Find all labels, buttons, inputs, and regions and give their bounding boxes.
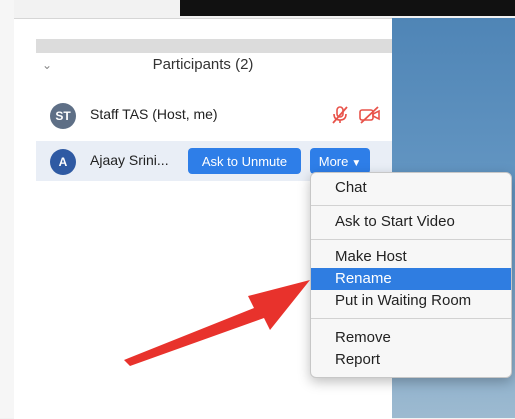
menu-item-ask-to-start-video[interactable]: Ask to Start Video [311, 211, 511, 233]
panel-header-bar [36, 39, 392, 53]
avatar: A [50, 149, 76, 175]
menu-item-put-in-waiting-room[interactable]: Put in Waiting Room [311, 290, 511, 312]
window-top-bar [180, 0, 515, 16]
menu-item-remove[interactable]: Remove [311, 327, 511, 349]
avatar: ST [50, 103, 76, 129]
menu-item-report[interactable]: Report [311, 349, 511, 371]
participant-name: Staff TAS (Host, me) [90, 106, 218, 122]
more-context-menu: Chat Ask to Start Video Make Host Rename… [310, 172, 512, 378]
window-edge [0, 0, 14, 418]
video-off-icon[interactable] [358, 106, 382, 124]
menu-separator [311, 239, 511, 240]
ask-to-unmute-button[interactable]: Ask to Unmute [188, 148, 301, 174]
menu-item-rename[interactable]: Rename [311, 268, 511, 290]
more-button-label: More [318, 153, 349, 169]
menu-separator [311, 318, 511, 319]
participant-row-1[interactable]: ST Staff TAS (Host, me) [36, 95, 392, 135]
participant-name: Ajaay Srini... [90, 152, 169, 168]
red-arrow-annotation [124, 280, 310, 366]
menu-item-chat[interactable]: Chat [311, 177, 511, 199]
menu-item-make-host[interactable]: Make Host [311, 246, 511, 268]
microphone-muted-icon[interactable] [330, 105, 350, 125]
more-button[interactable]: More ▼ [310, 148, 370, 174]
menu-separator [311, 205, 511, 206]
chevron-down-icon: ▼ [351, 157, 362, 169]
participants-title: Participants (2) [152, 56, 254, 73]
